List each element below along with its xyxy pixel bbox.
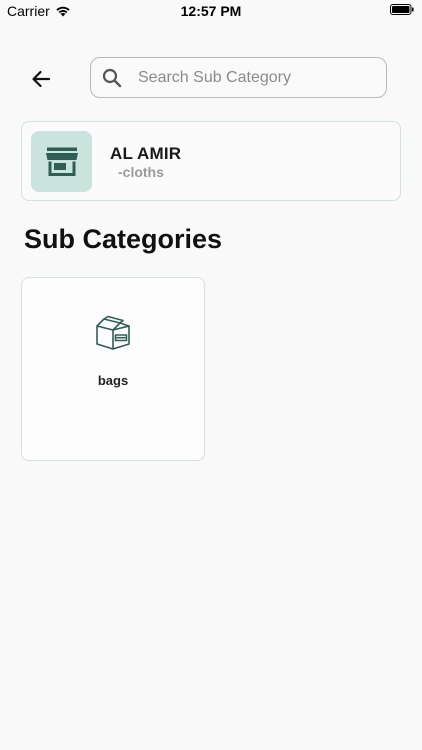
- status-bar: Carrier 12:57 PM: [0, 0, 422, 22]
- store-category: -cloths: [118, 164, 164, 180]
- store-thumbnail: [31, 131, 92, 192]
- battery-icon: [390, 4, 414, 15]
- store-name: AL AMIR: [110, 144, 182, 163]
- back-button[interactable]: [26, 64, 56, 94]
- status-time: 12:57 PM: [180, 3, 242, 19]
- section-title: Sub Categories: [24, 224, 223, 254]
- subcategory-card-bags[interactable]: bags: [21, 277, 205, 461]
- storefront-icon: [45, 147, 78, 176]
- store-card[interactable]: AL AMIR -cloths: [21, 121, 401, 201]
- box-icon: [96, 315, 130, 350]
- subcategory-label: bags: [97, 373, 129, 388]
- search-input[interactable]: [138, 68, 368, 87]
- arrow-left-icon: [32, 70, 51, 88]
- search-bar[interactable]: [90, 57, 387, 98]
- search-icon: [101, 67, 123, 89]
